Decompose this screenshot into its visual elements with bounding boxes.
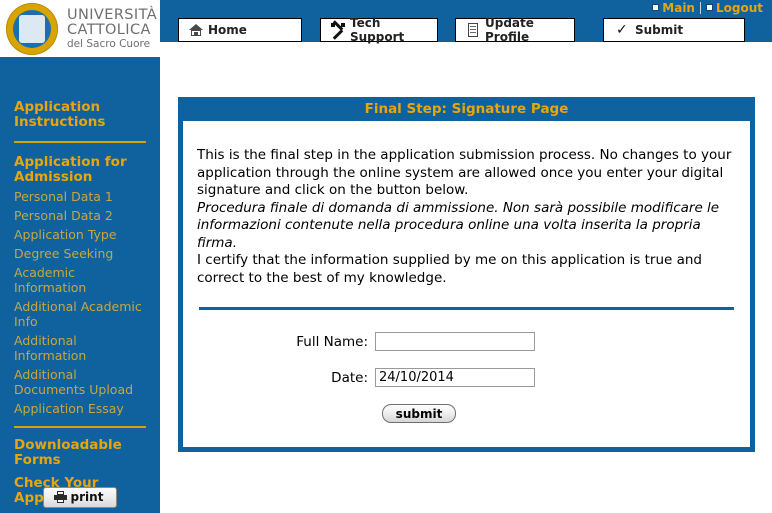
panel-body: This is the final step in the applicatio…: [183, 121, 750, 447]
sidebar-item-application-essay[interactable]: Application Essay: [0, 401, 160, 416]
sidebar-nav: Application Instructions Application for…: [0, 57, 160, 506]
sidebar-item-downloadable-forms[interactable]: Downloadable Forms: [0, 438, 160, 468]
submit-button-container: submit: [197, 404, 736, 447]
brand-header: UNIVERSITÀ CATTOLICA del Sacro Cuore: [0, 0, 160, 57]
tools-icon: [331, 20, 345, 40]
sidebar-item-application-instructions[interactable]: Application Instructions: [0, 100, 160, 130]
nav-button-update-profile[interactable]: Update Profile: [455, 16, 575, 44]
top-link-main-label: Main: [662, 0, 695, 15]
print-button[interactable]: print: [42, 487, 118, 508]
nav-button-submit-label: Submit: [635, 23, 684, 37]
sidebar-divider-2: [14, 426, 146, 428]
sidebar-item-additional-information[interactable]: Additional Information: [0, 333, 160, 363]
sidebar: UNIVERSITÀ CATTOLICA del Sacro Cuore App…: [0, 0, 160, 513]
square-bullet-icon: [705, 4, 713, 11]
intro-paragraph-it: Procedura finale di domanda di ammission…: [197, 199, 720, 251]
content-panel: Final Step: Signature Page This is the f…: [178, 97, 755, 452]
form-row-date: Date:: [197, 368, 736, 387]
sidebar-item-additional-academic-info[interactable]: Additional Academic Info: [0, 299, 160, 329]
document-icon: [466, 23, 480, 37]
sidebar-divider-1: [14, 141, 146, 143]
top-utility-bar: Main Logout: [160, 0, 772, 15]
home-icon: [189, 23, 203, 37]
page-title: Final Step: Signature Page: [178, 97, 755, 121]
application-page: UNIVERSITÀ CATTOLICA del Sacro Cuore App…: [0, 0, 772, 513]
full-name-label: Full Name:: [296, 333, 368, 350]
intro-paragraph-en: This is the final step in the applicatio…: [197, 147, 732, 198]
checkmark-icon: ✓: [616, 22, 628, 38]
date-input[interactable]: [375, 368, 535, 387]
full-name-input[interactable]: [375, 332, 535, 351]
print-button-container: print: [0, 487, 160, 508]
certification-paragraph: I certify that the information supplied …: [197, 252, 703, 286]
nav-button-tech-support[interactable]: Tech Support: [320, 16, 438, 44]
form-row-full-name: Full Name:: [197, 332, 736, 351]
main-nav: Home Tech Support Update Profile ✓ Submi…: [178, 16, 745, 44]
square-bullet-icon: [652, 4, 660, 11]
signature-form: Full Name: Date: submit: [197, 332, 736, 447]
section-divider: [199, 307, 734, 310]
date-label: Date:: [331, 369, 368, 386]
university-crest-icon: [6, 3, 58, 55]
sidebar-item-degree-seeking[interactable]: Degree Seeking: [0, 246, 160, 261]
nav-button-home[interactable]: Home: [178, 18, 302, 42]
sidebar-item-personal-data-1[interactable]: Personal Data 1: [0, 189, 160, 204]
top-link-logout-label: Logout: [715, 0, 763, 15]
sidebar-item-application-for-admission[interactable]: Application for Admission: [0, 155, 160, 185]
nav-button-tech-support-label: Tech Support: [350, 16, 405, 44]
top-link-logout[interactable]: Logout: [701, 1, 768, 15]
sidebar-item-additional-documents-upload[interactable]: Additional Documents Upload: [0, 367, 160, 397]
brand-wordmark: UNIVERSITÀ CATTOLICA del Sacro Cuore: [67, 7, 158, 51]
top-utility-links: Main Logout: [647, 0, 768, 15]
sidebar-item-academic-information[interactable]: Academic Information: [0, 265, 160, 295]
nav-button-submit[interactable]: ✓ Submit: [603, 18, 745, 42]
sidebar-item-application-type[interactable]: Application Type: [0, 227, 160, 242]
submit-button[interactable]: submit: [382, 404, 456, 423]
sidebar-item-personal-data-2[interactable]: Personal Data 2: [0, 208, 160, 223]
printer-icon: [53, 491, 67, 503]
nav-button-update-profile-label: Update Profile: [485, 16, 534, 44]
top-link-main[interactable]: Main: [647, 1, 700, 15]
nav-button-home-label: Home: [208, 23, 247, 37]
print-button-label: print: [70, 490, 104, 504]
crest-emblem-icon: [19, 15, 45, 43]
brand-line-3: del Sacro Cuore: [67, 38, 151, 51]
brand-line-1: UNIVERSITÀ: [67, 7, 158, 23]
brand-line-2: CATTOLICA: [67, 22, 151, 39]
